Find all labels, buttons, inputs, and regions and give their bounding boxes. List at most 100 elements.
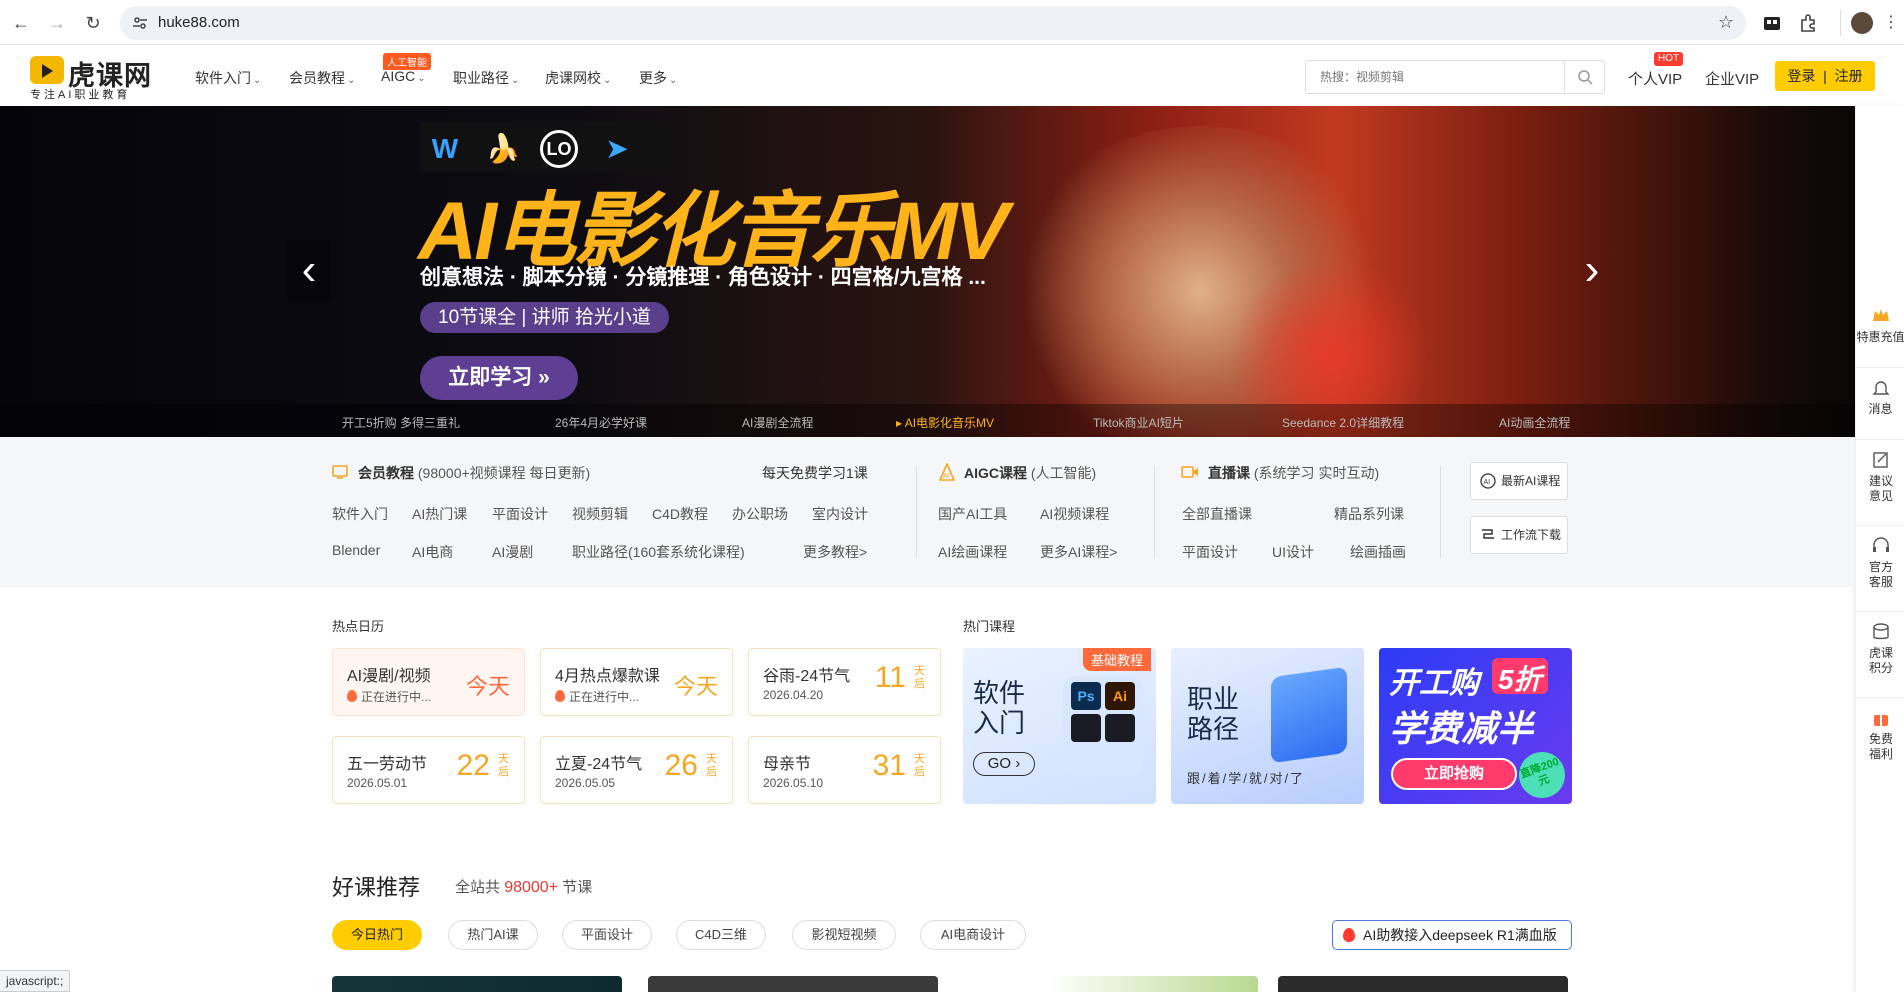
extension-app-icon[interactable]: [1761, 12, 1783, 34]
banner-tab[interactable]: 26年4月必学好课: [555, 414, 647, 431]
category-link[interactable]: AI视频课程: [1040, 504, 1109, 524]
banner-tab[interactable]: AI动画全流程: [1499, 414, 1570, 431]
category-link[interactable]: C4D教程: [652, 504, 708, 524]
sidebar-feedback[interactable]: 建议意见: [1856, 440, 1904, 526]
sidebar-support[interactable]: 官方客服: [1856, 526, 1904, 612]
sidebar-points[interactable]: 虎课积分: [1856, 612, 1904, 698]
sidebar-message[interactable]: 消息: [1856, 368, 1904, 440]
svg-text:AI: AI: [1484, 479, 1491, 486]
rec-tab[interactable]: 影视短视频: [792, 920, 896, 950]
more-tutorials-link[interactable]: 更多教程>: [803, 542, 867, 562]
site-info-icon[interactable]: [132, 15, 148, 31]
promo-card-career[interactable]: 职业路径 跟/着/学/就/对/了: [1171, 648, 1364, 804]
menu-dots-icon[interactable]: ⋮: [1883, 12, 1899, 32]
nav-member[interactable]: 会员教程 ⌄: [289, 68, 355, 88]
course-thumbnail[interactable]: [1278, 976, 1568, 992]
aigc-heading[interactable]: AIGC课程 (人工智能): [964, 463, 1096, 483]
calendar-item[interactable]: AI漫剧/视频 正在进行中... 今天: [332, 648, 525, 716]
chevron-down-icon: ⌄: [417, 73, 426, 84]
profile-avatar[interactable]: [1851, 12, 1873, 34]
address-bar[interactable]: huke88.com ☆: [120, 6, 1746, 40]
rec-tab[interactable]: AI电商设计: [920, 920, 1026, 950]
chevron-down-icon: ⌄: [669, 75, 678, 86]
search-icon: [1578, 70, 1593, 85]
category-link[interactable]: 职业路径(160套系统化课程): [572, 542, 745, 562]
category-link[interactable]: AI绘画课程: [938, 542, 1007, 562]
category-link[interactable]: 绘画插画: [1350, 542, 1406, 562]
search-button[interactable]: [1564, 61, 1604, 93]
sidebar-gift[interactable]: 免费福利: [1856, 698, 1904, 784]
recommend-count: 全站共 98000+ 节课: [455, 879, 593, 896]
category-link[interactable]: 软件入门: [332, 504, 388, 524]
deepseek-assistant-link[interactable]: AI助教接入deepseek R1满血版: [1332, 920, 1572, 950]
reload-icon[interactable]: ↻: [80, 10, 106, 36]
calendar-item[interactable]: 母亲节 2026.05.10 31 天后: [748, 736, 941, 804]
banana-icon: 🍌: [485, 133, 521, 164]
forward-icon[interactable]: →: [44, 10, 70, 36]
personal-vip-link[interactable]: 个人VIP: [1628, 68, 1682, 89]
category-link[interactable]: AI热门课: [412, 504, 467, 524]
banner-tab[interactable]: 开工5折购 多得三重礼: [342, 414, 460, 431]
enterprise-vip-link[interactable]: 企业VIP: [1705, 68, 1759, 89]
extensions-icon[interactable]: [1797, 12, 1819, 34]
latest-ai-button[interactable]: AI 最新AI课程: [1470, 462, 1568, 500]
workflow-download-button[interactable]: 工作流下载: [1470, 516, 1568, 554]
category-link[interactable]: 国产AI工具: [938, 504, 1007, 524]
banner-subtitle: 创意想法 · 脚本分镜 · 分镜推理 · 角色设计 · 四宫格/九宫格 ...: [420, 266, 986, 289]
course-thumbnail[interactable]: [332, 976, 622, 992]
member-heading[interactable]: 会员教程 (98000+视频课程 每日更新): [358, 463, 590, 483]
category-link[interactable]: 室内设计: [812, 504, 868, 524]
course-thumbnail[interactable]: [648, 976, 938, 992]
nav-career[interactable]: 职业路径 ⌄: [453, 68, 519, 88]
promo-card-software[interactable]: 基础教程 软件入门 GO › Ps Ai: [963, 648, 1156, 804]
banner-tab[interactable]: AI漫剧全流程: [742, 414, 813, 431]
search-input[interactable]: [1306, 61, 1566, 93]
banner-tab[interactable]: Seedance 2.0详细教程: [1282, 414, 1404, 431]
back-icon[interactable]: ←: [8, 10, 34, 36]
nav-software[interactable]: 软件入门 ⌄: [195, 68, 261, 88]
hot-badge: HOT: [1654, 52, 1684, 66]
hero-banner[interactable]: W 🍌 LO ➤ AI电影化音乐MV 创意想法 · 脚本分镜 · 分镜推理 · …: [0, 106, 1855, 437]
rec-tab[interactable]: 热门AI课: [448, 920, 538, 950]
category-link[interactable]: Blender: [332, 542, 380, 558]
more-ai-link[interactable]: 更多AI课程>: [1040, 542, 1117, 562]
live-heading[interactable]: 直播课 (系统学习 实时互动): [1208, 463, 1379, 483]
category-link[interactable]: UI设计: [1272, 542, 1314, 562]
video-camera-icon: [1181, 466, 1198, 478]
banner-next-arrow-icon[interactable]: ›: [1570, 240, 1614, 300]
banner-tab[interactable]: Tiktok商业AI短片: [1093, 414, 1184, 431]
category-link[interactable]: 全部直播课: [1182, 504, 1252, 524]
category-link[interactable]: 视频剪辑: [572, 504, 628, 524]
banner-prev-arrow-icon[interactable]: ‹: [287, 240, 331, 300]
category-link[interactable]: AI电商: [412, 542, 453, 562]
promo-card-sale[interactable]: 开工购 5折 学费减半 立即抢购 直降200元: [1379, 648, 1572, 804]
category-link[interactable]: 办公职场: [732, 504, 788, 524]
rec-tab[interactable]: C4D三维: [676, 920, 766, 950]
sidebar-recharge[interactable]: 特惠充值: [1856, 296, 1904, 368]
daily-free-link[interactable]: 每天免费学习1课: [762, 463, 868, 483]
site-logo[interactable]: 虎课网 专注AI职业教育: [30, 54, 160, 101]
bookmark-star-icon[interactable]: ☆: [1718, 12, 1734, 33]
category-link[interactable]: AI漫剧: [492, 542, 533, 562]
chevron-down-icon: ⌄: [347, 75, 356, 86]
tool-logo-icon: LO: [540, 130, 578, 168]
rec-tab-active[interactable]: 今日热门: [332, 920, 422, 950]
nav-more[interactable]: 更多 ⌄: [639, 68, 677, 88]
promo-go-button: GO ›: [973, 752, 1035, 776]
calendar-item[interactable]: 立夏-24节气 2026.05.05 26 天后: [540, 736, 733, 804]
login-register-button[interactable]: 登录 | 注册: [1775, 61, 1875, 91]
calendar-item[interactable]: 五一劳动节 2026.05.01 22 天后: [332, 736, 525, 804]
calendar-item[interactable]: 4月热点爆款课 正在进行中... 今天: [540, 648, 733, 716]
banner-cta-button[interactable]: 立即学习 »: [420, 356, 578, 400]
register-link[interactable]: 注册: [1835, 68, 1863, 84]
login-link[interactable]: 登录: [1787, 68, 1815, 84]
course-thumbnail[interactable]: [1048, 976, 1258, 992]
category-link[interactable]: 平面设计: [492, 504, 548, 524]
category-link[interactable]: 平面设计: [1182, 542, 1238, 562]
nav-school[interactable]: 虎课网校 ⌄: [545, 68, 611, 88]
nav-aigc[interactable]: AIGC ⌄: [381, 68, 426, 84]
rec-tab[interactable]: 平面设计: [562, 920, 652, 950]
banner-tab-active[interactable]: ▸ AI电影化音乐MV: [896, 414, 994, 431]
category-link[interactable]: 精品系列课: [1334, 504, 1404, 524]
calendar-item[interactable]: 谷雨-24节气 2026.04.20 11 天后: [748, 648, 941, 716]
